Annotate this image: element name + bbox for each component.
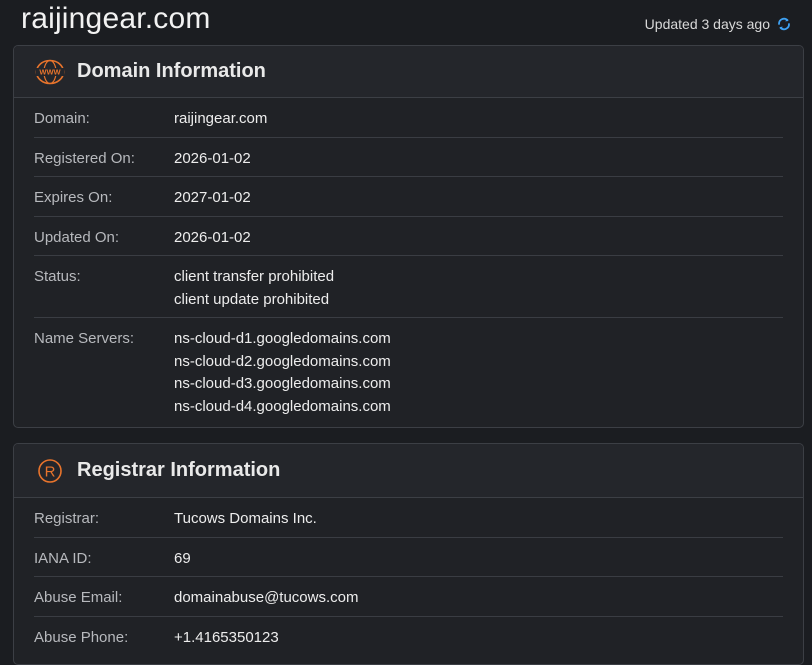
row-label: Status: (34, 268, 81, 285)
svg-text:R: R (45, 463, 56, 480)
registrar-information-header: R Registrar Information (14, 444, 803, 498)
updated-text: Updated 3 days ago (644, 16, 770, 32)
name-server: ns-cloud-d1.googledomains.com (174, 330, 391, 347)
row-label: Registered On: (34, 150, 135, 167)
domain-row: Domain: raijingear.com (34, 98, 783, 138)
abuse-phone-row: Abuse Phone: +1.4165350123 (34, 617, 783, 656)
www-globe-icon: WWW (35, 57, 65, 87)
status-row: Status: client transfer prohibited clien… (34, 256, 783, 318)
row-value: domainabuse@tucows.com (174, 589, 359, 606)
row-value: +1.4165350123 (174, 629, 279, 646)
card-title: Domain Information (77, 60, 266, 82)
status-value: client update prohibited (174, 290, 330, 308)
row-label: Expires On: (34, 189, 113, 206)
svg-text:WWW: WWW (39, 67, 61, 76)
name-server: ns-cloud-d2.googledomains.com (174, 352, 391, 370)
row-value: 2027-01-02 (174, 189, 251, 206)
name-server-values: ns-cloud-d1.googledomains.com ns-cloud-d… (174, 328, 391, 416)
row-label: Updated On: (34, 229, 120, 246)
registrar-row: Registrar: Tucows Domains Inc. (34, 498, 783, 538)
page-header: raijingear.com Updated 3 days ago (0, 0, 812, 46)
domain-information-card: WWW Domain Information Domain: raijingea… (13, 45, 804, 428)
name-server: ns-cloud-d4.googledomains.com (174, 397, 391, 415)
name-server: ns-cloud-d3.googledomains.com (174, 375, 391, 392)
updated-status: Updated 3 days ago (645, 16, 792, 32)
row-label: Abuse Phone: (34, 629, 129, 646)
status-values: client transfer prohibited client update… (174, 266, 334, 308)
card-title: Registrar Information (77, 459, 281, 481)
registered-on-row: Registered On: 2026-01-02 (34, 138, 783, 177)
row-value: Tucows Domains Inc. (174, 510, 317, 527)
registrar-information-card: R Registrar Information Registrar: Tucow… (13, 443, 804, 665)
row-label: IANA ID: (34, 550, 92, 567)
name-servers-row: Name Servers: ns-cloud-d1.googledomains.… (34, 318, 783, 425)
row-label: Domain: (34, 110, 90, 127)
refresh-icon[interactable] (776, 16, 792, 32)
expires-on-row: Expires On: 2027-01-02 (34, 177, 783, 217)
iana-id-row: IANA ID: 69 (34, 538, 783, 577)
registered-icon: R (35, 456, 65, 486)
row-value: 2026-01-02 (174, 229, 251, 246)
row-value: 69 (174, 550, 191, 567)
updated-on-row: Updated On: 2026-01-02 (34, 217, 783, 256)
row-value: raijingear.com (174, 110, 268, 127)
row-value: 2026-01-02 (174, 150, 251, 167)
page-title: raijingear.com (21, 2, 211, 35)
row-label: Registrar: (34, 510, 100, 527)
status-value: client transfer prohibited (174, 268, 335, 285)
domain-information-header: WWW Domain Information (14, 46, 803, 98)
row-label: Name Servers: (34, 330, 135, 347)
row-label: Abuse Email: (34, 589, 123, 606)
abuse-email-row: Abuse Email: domainabuse@tucows.com (34, 577, 783, 617)
